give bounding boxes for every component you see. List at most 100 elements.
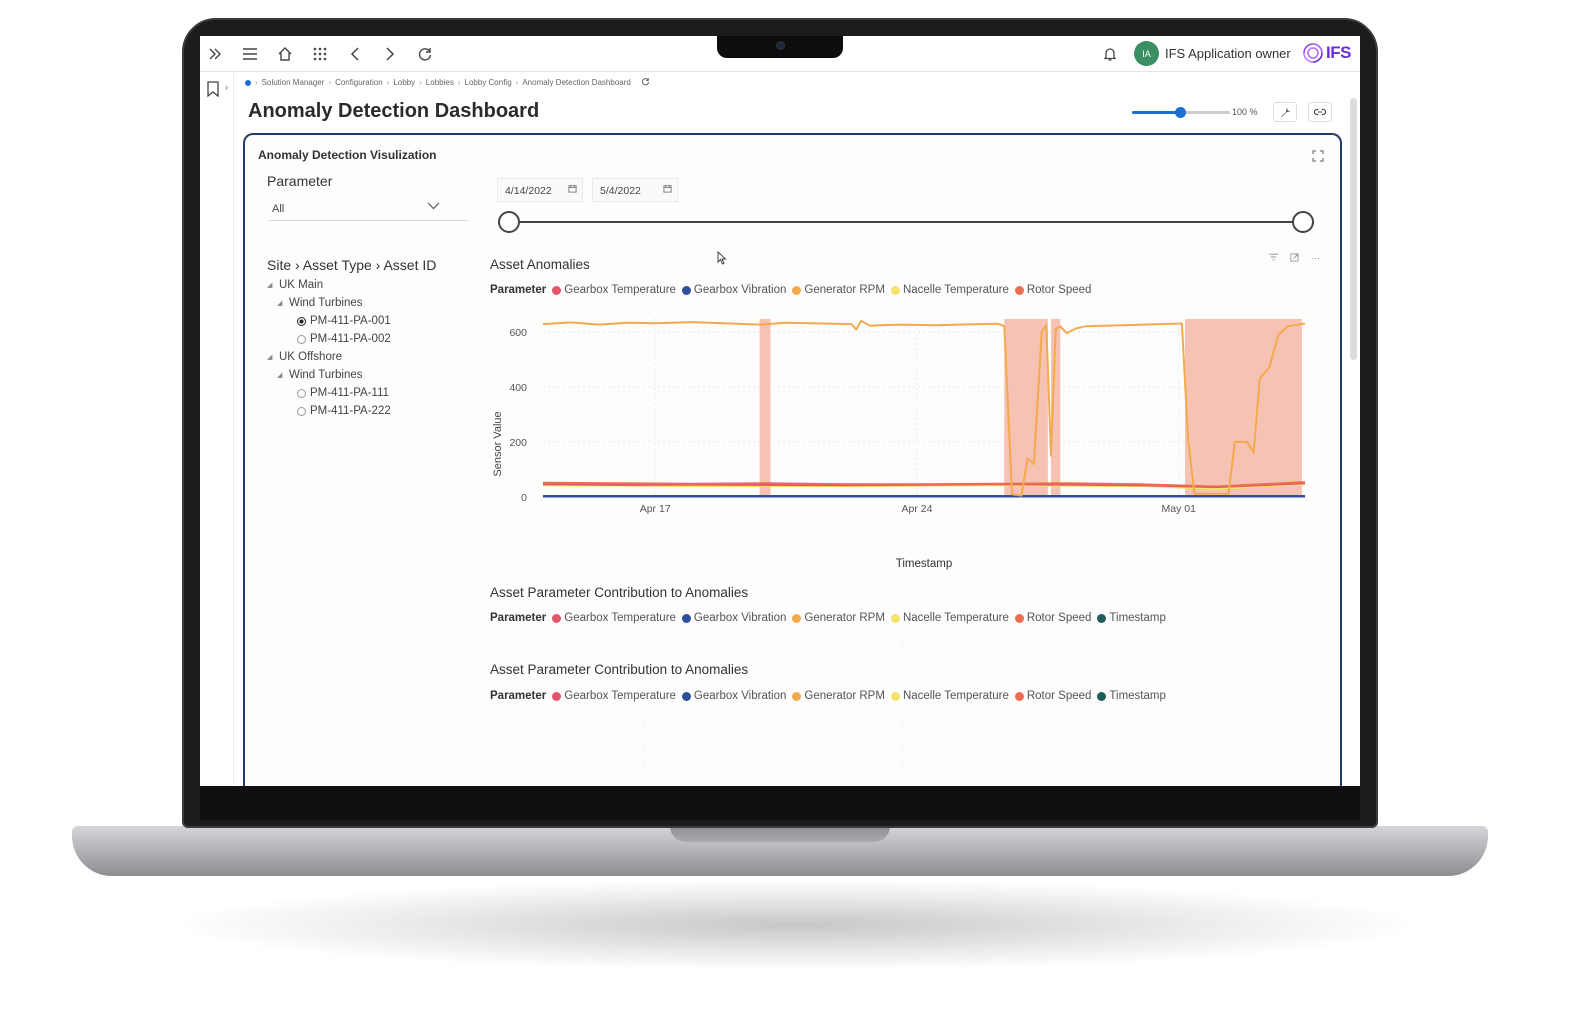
legend-item[interactable]: Gearbox Temperature [552, 612, 676, 624]
zoom-slider[interactable] [1132, 106, 1230, 118]
legend-item[interactable]: Gearbox Temperature [552, 284, 676, 296]
back-icon[interactable] [345, 44, 365, 64]
breadcrumb-item[interactable]: Solution Manager [262, 78, 325, 87]
mouse-cursor-icon [717, 250, 727, 268]
menu-icon[interactable] [240, 44, 260, 64]
collapse-triangle-icon[interactable]: ◢ [267, 281, 275, 289]
link-button[interactable] [1308, 102, 1332, 122]
legend-item[interactable]: Nacelle Temperature [890, 612, 1009, 624]
collapse-triangle-icon[interactable]: ◢ [277, 299, 285, 307]
legend: Parameter Gearbox Temperature Gearbox Vi… [490, 612, 1172, 624]
date-range-start-handle[interactable] [498, 211, 520, 233]
laptop-shadow [180, 880, 1410, 970]
dashboard-card: Anomaly Detection Visulization Parameter… [243, 133, 1342, 786]
tree-node-wind-turbines[interactable]: ◢ Wind Turbines [277, 369, 363, 381]
end-date-input[interactable]: 5/4/2022 [592, 178, 678, 202]
camera-notch [717, 36, 843, 58]
anomaly-bands [759, 319, 1302, 497]
tree-leaf-asset[interactable]: PM-411-PA-222 [297, 405, 391, 417]
y-tick-label: 600 [509, 327, 527, 339]
calendar-icon[interactable] [663, 184, 672, 195]
tree-node-uk-main[interactable]: ◢ UK Main [267, 279, 323, 291]
legend-item[interactable]: Gearbox Vibration [681, 612, 786, 624]
tree-leaf-asset[interactable]: PM-411-PA-001 [297, 315, 391, 327]
visual-header-icons: ··· [1269, 253, 1320, 264]
zoom-slider-handle[interactable] [1175, 107, 1187, 118]
tree-node-uk-offshore[interactable]: ◢ UK Offshore [267, 351, 342, 363]
legend: Parameter Gearbox Temperature Gearbox Vi… [490, 284, 1097, 296]
radio-unselected[interactable] [297, 388, 306, 398]
start-date-input[interactable]: 4/14/2022 [497, 178, 583, 202]
x-tick-label: Apr 24 [902, 503, 933, 515]
parameter-filter-label: Parameter [267, 173, 333, 189]
filter-icon[interactable] [1269, 253, 1278, 264]
asset-anomalies-chart: 0 200 400 600 Apr 17 Apr 24 May 01 Sensor Val… [492, 318, 1306, 570]
avatar: IA [1134, 41, 1159, 66]
laptop-hinge-groove [670, 826, 890, 842]
apps-grid-icon[interactable] [310, 44, 330, 64]
chevron-down-icon[interactable] [427, 199, 440, 213]
breadcrumb-refresh-icon[interactable] [641, 77, 650, 88]
y-tick-label: 200 [509, 437, 527, 449]
collapse-triangle-icon[interactable]: ◢ [267, 353, 275, 361]
date-range-slider-track[interactable] [509, 221, 1305, 223]
focus-mode-icon[interactable] [1312, 150, 1324, 165]
refresh-icon[interactable] [415, 44, 435, 64]
y-axis-ticks: 0 200 400 600 [509, 327, 527, 504]
focus-icon[interactable] [1290, 253, 1299, 264]
legend-item[interactable]: Rotor Speed [1014, 284, 1091, 296]
calendar-icon[interactable] [568, 184, 577, 195]
anomaly-band [759, 319, 771, 497]
x-tick-label: Apr 17 [640, 503, 671, 515]
card-title: Anomaly Detection Visulization [258, 148, 437, 162]
more-options-icon[interactable]: ··· [1311, 253, 1320, 264]
logo-text: IFS [1326, 43, 1351, 62]
left-rail: › [200, 72, 234, 786]
breadcrumb-item-current: Anomaly Detection Dashboard [522, 78, 631, 87]
radio-selected[interactable] [297, 316, 306, 326]
legend-item[interactable]: Generator RPM [792, 612, 885, 624]
forward-icon[interactable] [380, 44, 400, 64]
breadcrumb-item[interactable]: Configuration [335, 78, 383, 87]
tree-node-wind-turbines[interactable]: ◢ Wind Turbines [277, 297, 363, 309]
y-tick-label: 0 [521, 492, 527, 504]
notification-bell-icon[interactable] [1100, 44, 1120, 64]
rail-chevron-icon[interactable]: › [225, 82, 228, 92]
breadcrumb: › Solution Manager › Configuration › Lob… [245, 77, 650, 88]
breadcrumb-home-dot[interactable] [245, 79, 251, 86]
radio-unselected[interactable] [297, 406, 306, 416]
zoom-slider-fill [1132, 111, 1181, 114]
user-menu[interactable]: IA IFS Application owner [1134, 41, 1291, 66]
screen: IA IFS Application owner IFS › › Solutio… [200, 36, 1360, 786]
page-title: Anomaly Detection Dashboard [248, 100, 540, 122]
bookmark-icon[interactable] [207, 81, 219, 102]
laptop-chin [200, 786, 1360, 820]
legend-item[interactable]: Rotor Speed [1014, 612, 1091, 624]
legend-item[interactable]: Gearbox Vibration [681, 284, 786, 296]
anomaly-band [1185, 319, 1302, 497]
y-tick-label: 400 [509, 382, 527, 394]
breadcrumb-item[interactable]: Lobby [393, 78, 415, 87]
collapse-triangle-icon[interactable]: ◢ [277, 371, 285, 379]
breadcrumb-item[interactable]: Lobbies [426, 78, 454, 87]
page-scrollbar[interactable] [1350, 98, 1357, 360]
camera-icon [776, 41, 785, 50]
home-icon[interactable] [275, 44, 295, 64]
legend-item[interactable]: Timestamp [1097, 612, 1166, 624]
radio-unselected[interactable] [297, 334, 306, 344]
legend-item[interactable]: Generator RPM [792, 284, 885, 296]
ifs-swirl-icon [1303, 43, 1323, 63]
wrench-button[interactable] [1273, 102, 1297, 122]
legend-item[interactable]: Nacelle Temperature [890, 284, 1009, 296]
date-range-end-handle[interactable] [1292, 211, 1314, 233]
y-axis-label: Sensor Value [492, 411, 504, 476]
zoom-label: 100 % [1232, 107, 1258, 117]
ifs-logo: IFS [1302, 42, 1351, 64]
x-axis-label: Timestamp [896, 558, 952, 570]
tree-leaf-asset[interactable]: PM-411-PA-002 [297, 333, 391, 345]
link-icon [1314, 108, 1326, 116]
tree-leaf-asset[interactable]: PM-411-PA-111 [297, 387, 389, 399]
expand-nav-icon[interactable] [205, 44, 225, 64]
breadcrumb-item[interactable]: Lobby Config [465, 78, 512, 87]
section-title-parameter-contribution: Asset Parameter Contribution to Anomalie… [490, 585, 749, 600]
